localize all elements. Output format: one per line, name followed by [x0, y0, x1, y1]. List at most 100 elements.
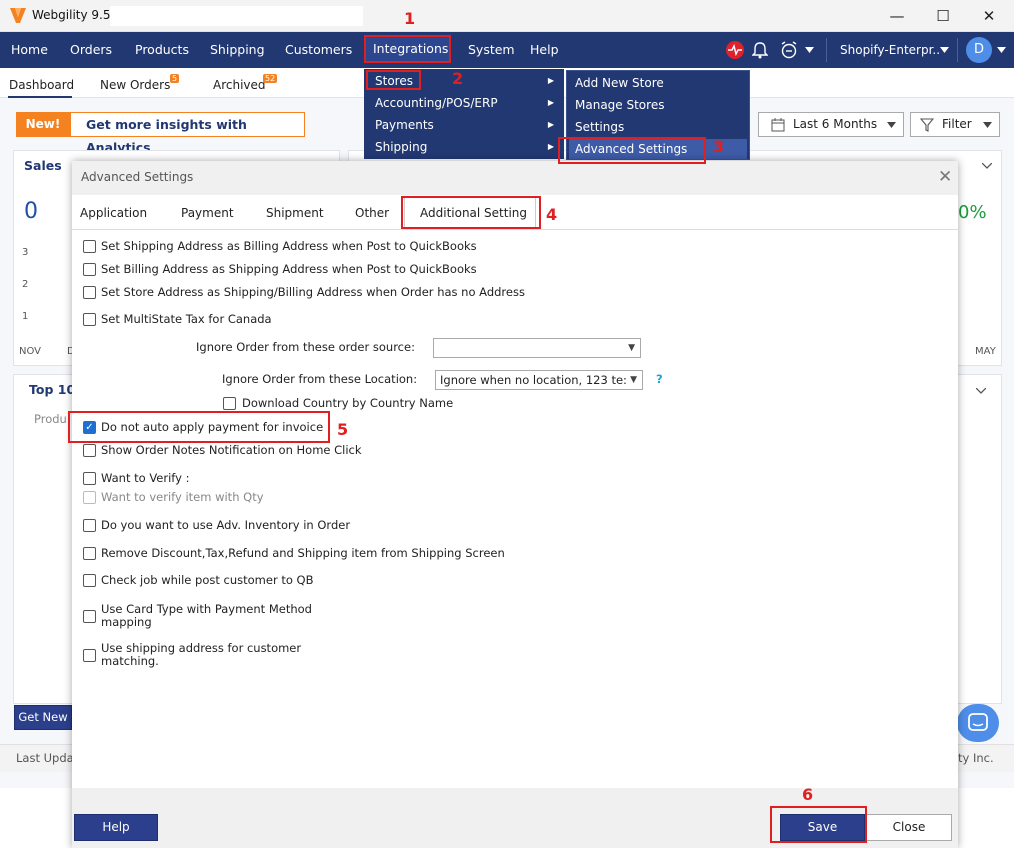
checkbox-bill-as-ship[interactable] [83, 263, 96, 276]
chevron-down-icon[interactable] [805, 47, 814, 53]
alarm-clock-icon[interactable] [780, 41, 798, 59]
tab-new-orders[interactable]: New Orders [100, 78, 170, 92]
menubar-divider [957, 38, 958, 62]
checkbox-adv-inventory[interactable] [83, 519, 96, 532]
window-close-button[interactable]: ✕ [966, 0, 1012, 32]
checkbox-verify-qty[interactable] [83, 491, 96, 504]
label-download-country: Download Country by Country Name [242, 396, 454, 410]
submenu-manage-stores[interactable]: Manage Stores [567, 94, 749, 116]
menu-home[interactable]: Home [11, 32, 48, 68]
date-range-label: Last 6 Months [793, 117, 878, 131]
annotation-box-save [770, 806, 867, 843]
health-monitor-icon[interactable] [726, 41, 744, 59]
checkbox-multistate-tax[interactable] [83, 313, 96, 326]
label-remove-discount: Remove Discount,Tax,Refund and Shipping … [101, 546, 505, 560]
product-column-header: Produ [34, 412, 67, 426]
main-menubar: Home Orders Products Shipping Customers … [0, 32, 1014, 68]
percent-value: 0% [958, 202, 987, 223]
title-bar: Webgility 9.5 — ☐ ✕ [0, 0, 1014, 32]
close-button[interactable]: Close [866, 814, 952, 841]
menu-orders[interactable]: Orders [70, 32, 112, 68]
new-orders-badge: 5 [170, 74, 180, 83]
summary-chevron-down-icon[interactable] [982, 163, 992, 169]
menu-item-shipping[interactable]: Shipping ▶ [364, 136, 564, 158]
annotation-number-1: 1 [404, 9, 416, 28]
submenu-add-new-store[interactable]: Add New Store [567, 72, 749, 94]
checkbox-order-notes[interactable] [83, 444, 96, 457]
analytics-link[interactable]: Get more insights with Analytics [70, 112, 305, 155]
checkbox-remove-discount[interactable] [83, 547, 96, 560]
user-chevron-down-icon[interactable] [997, 47, 1006, 53]
minimize-button[interactable]: — [874, 0, 920, 32]
get-new-button[interactable]: Get New [14, 705, 72, 730]
tab-other[interactable]: Other [355, 206, 389, 220]
label-card-type-line1: Use Card Type with Payment Method [101, 602, 312, 616]
menu-products[interactable]: Products [135, 32, 189, 68]
advanced-settings-dialog: Advanced Settings ✕ Application Payment … [72, 161, 958, 848]
submenu-arrow-icon: ▶ [547, 98, 554, 107]
bell-icon[interactable] [752, 41, 768, 59]
dialog-header [72, 161, 958, 195]
checkbox-want-verify[interactable] [83, 472, 96, 485]
label-check-job: Check job while post customer to QB [101, 573, 314, 587]
tab-shipment[interactable]: Shipment [266, 206, 324, 220]
annotation-box-stores [366, 70, 421, 90]
label-card-type-line2: mapping [101, 615, 152, 629]
location-help-icon[interactable]: ? [656, 372, 663, 386]
filter-label: Filter [942, 117, 972, 131]
checkbox-ship-addr-match[interactable] [83, 649, 96, 662]
label-ship-as-bill: Set Shipping Address as Billing Address … [101, 239, 477, 253]
annotation-number-2: 2 [452, 69, 464, 88]
top-chevron-down-icon[interactable] [976, 388, 986, 394]
checkbox-store-address[interactable] [83, 286, 96, 299]
help-button[interactable]: Help [74, 814, 158, 841]
checkbox-card-type[interactable] [83, 610, 96, 623]
filter-button[interactable]: Filter [910, 112, 1000, 137]
date-chevron-down-icon [887, 122, 896, 128]
label-ignore-location: Ignore Order from these Location: [222, 372, 418, 386]
filter-chevron-down-icon [983, 122, 992, 128]
menu-help[interactable]: Help [530, 32, 559, 68]
menu-shipping[interactable]: Shipping [210, 32, 265, 68]
chat-button[interactable] [957, 704, 999, 742]
x-tick-start: NOV [19, 346, 42, 357]
submenu-settings[interactable]: Settings [567, 116, 749, 138]
label-ship-addr-line2: matching. [101, 654, 159, 668]
order-source-select[interactable]: ▼ [433, 338, 641, 358]
menu-item-accounting[interactable]: Accounting/POS/ERP ▶ [364, 92, 564, 114]
label-bill-as-ship: Set Billing Address as Shipping Address … [101, 262, 477, 276]
menu-customers[interactable]: Customers [285, 32, 352, 68]
tab-application[interactable]: Application [80, 206, 147, 220]
tab-payment[interactable]: Payment [181, 206, 234, 220]
webgility-logo-icon [10, 8, 26, 23]
top-products-title: Top 10 [29, 382, 76, 397]
y-tick-3: 3 [22, 247, 29, 258]
tab-dashboard[interactable]: Dashboard [9, 78, 74, 92]
tab-archived[interactable]: Archived [213, 78, 266, 92]
submenu-arrow-icon: ▶ [547, 120, 554, 129]
sales-value: 0 [24, 199, 38, 224]
checkbox-check-job[interactable] [83, 574, 96, 587]
checkbox-ship-as-bill[interactable] [83, 240, 96, 253]
menu-system[interactable]: System [468, 32, 515, 68]
menu-integrations[interactable]: Integrations [364, 35, 451, 63]
store-selector[interactable]: Shopify-Enterpr.. [840, 32, 940, 68]
menu-item-payments[interactable]: Payments ▶ [364, 114, 564, 136]
store-chevron-down-icon[interactable] [940, 47, 949, 53]
checkbox-download-country[interactable] [223, 397, 236, 410]
label-multistate-tax: Set MultiState Tax for Canada [101, 312, 272, 326]
dialog-close-icon[interactable]: ✕ [938, 167, 952, 187]
location-chevron-icon: ▼ [628, 371, 637, 389]
last-updated-text: Last Upda [16, 751, 74, 765]
annotation-number-5: 5 [337, 420, 349, 439]
menu-item-payments-label: Payments [375, 118, 434, 132]
maximize-button[interactable]: ☐ [920, 0, 966, 32]
location-select[interactable]: Ignore when no location, 123 te: ▼ [435, 370, 643, 390]
submenu-arrow-icon: ▶ [547, 142, 554, 151]
label-verify-qty: Want to verify item with Qty [101, 490, 264, 504]
menu-item-shipping-label: Shipping [375, 140, 428, 154]
dialog-content: Set Shipping Address as Billing Address … [72, 229, 958, 788]
date-range-select[interactable]: Last 6 Months [758, 112, 904, 137]
label-adv-inventory: Do you want to use Adv. Inventory in Ord… [101, 518, 351, 532]
user-avatar[interactable]: D [966, 37, 992, 63]
